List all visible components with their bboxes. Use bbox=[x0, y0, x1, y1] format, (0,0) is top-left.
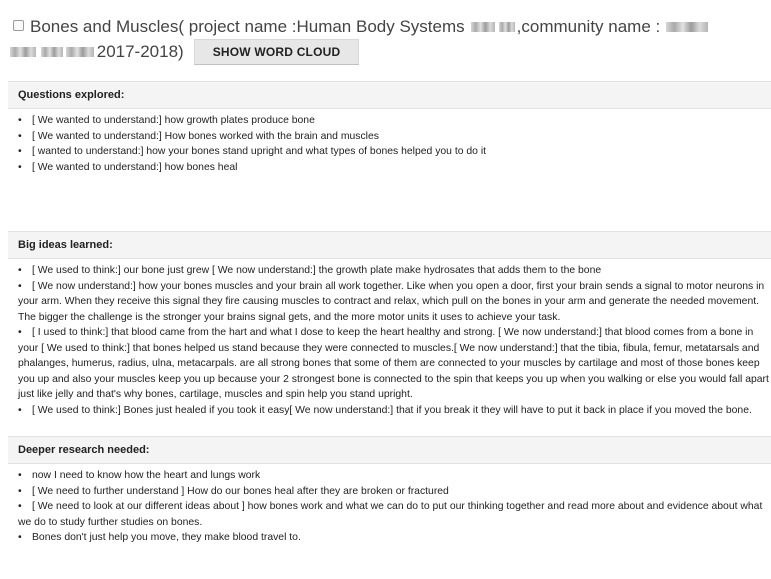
deeper-research-section: Deeper research needed: • now I need to k… bbox=[8, 436, 771, 546]
list-item: • now I need to know how the heart and lu… bbox=[18, 470, 261, 481]
select-checkbox[interactable] bbox=[13, 20, 24, 31]
title-part-1: Bones and Muscles( project name :Human B… bbox=[30, 17, 465, 36]
section-body: • now I need to know how the heart and lu… bbox=[8, 464, 771, 546]
title-part-3: 2017-2018) bbox=[96, 42, 184, 61]
project-header: Bones and Muscles( project name :Human B… bbox=[8, 14, 768, 65]
section-title: Deeper research needed: bbox=[8, 436, 771, 464]
section-title: Questions explored: bbox=[8, 81, 771, 109]
list-item: • Bones don't just help you move, they ma… bbox=[18, 532, 301, 543]
list-item: •[ We now understand:] how your bones mu… bbox=[18, 280, 765, 323]
show-word-cloud-button[interactable]: SHOW WORD CLOUD bbox=[193, 39, 360, 65]
list-item: •[ We used to think:] our bone just grew… bbox=[18, 265, 602, 276]
redacted-community-blur bbox=[10, 47, 36, 57]
list-item: •[ We wanted to understand:] how growth … bbox=[18, 115, 315, 126]
list-item: •[ We need to further understand ] How d… bbox=[18, 485, 449, 497]
list-item: •[ We used to think:] Bones just healed … bbox=[18, 404, 752, 416]
section-body: •[ We wanted to understand:] how growth … bbox=[8, 109, 771, 175]
list-item: •[ I used to think:] that blood came fro… bbox=[18, 327, 769, 400]
list-item: •[ We wanted to understand:] how bones h… bbox=[18, 161, 238, 173]
list-item: •[ We wanted to understand:] How bones w… bbox=[18, 130, 379, 142]
redacted-name-blur bbox=[498, 22, 515, 32]
section-title: Big ideas learned: bbox=[8, 231, 771, 259]
big-ideas-section: Big ideas learned: •[ We used to think:]… bbox=[8, 231, 771, 418]
section-body: •[ We used to think:] our bone just grew… bbox=[8, 259, 771, 418]
questions-explored-section: Questions explored: •[ We wanted to unde… bbox=[8, 81, 771, 175]
title-part-2: ,community name : bbox=[516, 17, 661, 36]
list-item: •[ wanted to understand:] how your bones… bbox=[18, 146, 487, 157]
list-item: •[ We need to look at our different idea… bbox=[18, 501, 763, 528]
redacted-community-blur bbox=[65, 47, 94, 57]
redacted-name-blur bbox=[470, 22, 495, 32]
redacted-community-blur bbox=[40, 47, 63, 57]
redacted-community-blur bbox=[666, 22, 709, 32]
